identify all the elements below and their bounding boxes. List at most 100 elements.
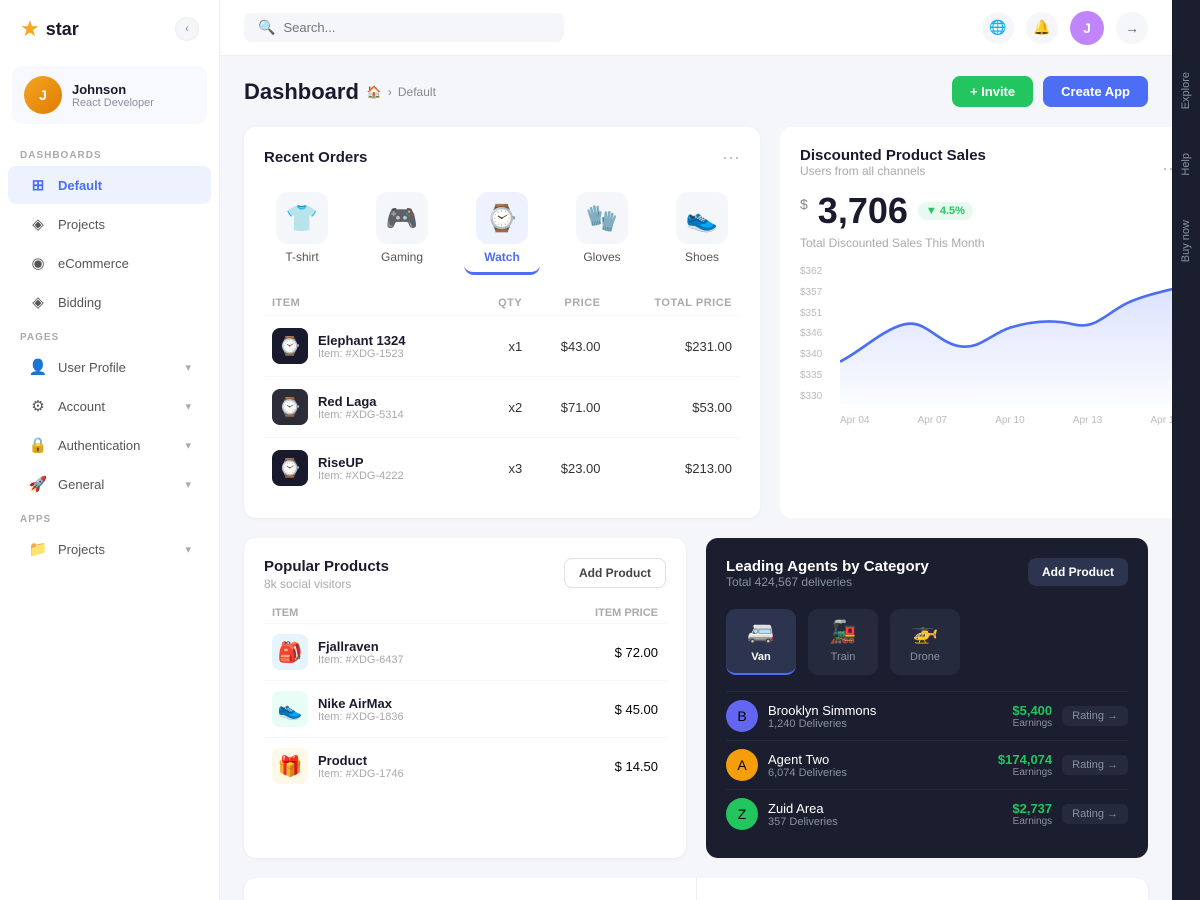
help-button[interactable]: Help (1174, 141, 1198, 188)
auth-icon: 🔒 (28, 435, 48, 455)
sales-more-icon[interactable]: ··· (1162, 158, 1172, 179)
user-info: Johnson React Developer (72, 82, 154, 109)
orders-table: ITEM QTY PRICE TOTAL PRICE ⌚ (264, 291, 740, 498)
user-name: Johnson (72, 82, 154, 97)
sidebar-item-ecommerce[interactable]: ◉ eCommerce (8, 244, 211, 282)
avatar: J (24, 76, 62, 114)
pop-price: $ 45.00 (526, 681, 666, 738)
row-price: $71.00 (530, 377, 608, 438)
item-sku: Item: #XDG-5314 (318, 409, 404, 421)
agents-title: Leading Agents by Category (726, 558, 929, 575)
globe-icon[interactable]: 🌐 (982, 12, 1014, 44)
y-label: $351 (800, 308, 822, 319)
sidebar-section-apps: APPS 📁 Projects ▾ (0, 504, 219, 569)
pop-item: 👟 Nike AirMax Item: #XDG-1836 (264, 681, 526, 738)
dashboards-label: DASHBOARDS (0, 144, 219, 165)
pop-price: $ 14.50 (526, 738, 666, 795)
page-content: Dashboard 🏠 › Default + Invite Create Ap… (220, 56, 1172, 900)
cat-tab-drone[interactable]: 🚁 Drone (890, 609, 960, 675)
buy-now-button[interactable]: Buy now (1174, 208, 1198, 274)
create-app-button[interactable]: Create App (1043, 76, 1148, 107)
chevron-down-icon: ▾ (185, 478, 191, 491)
y-label: $335 (800, 370, 822, 381)
rating-button[interactable]: Rating → (1062, 804, 1128, 824)
col-item: ITEM (264, 291, 474, 316)
more-options-icon[interactable]: ··· (722, 147, 740, 168)
chart-area: $362 $357 $351 $346 $340 $335 $330 (800, 266, 1172, 426)
tab-watch-label: Watch (484, 250, 520, 264)
search-box[interactable]: 🔍 (244, 13, 564, 42)
pop-price: $ 72.00 (526, 624, 666, 681)
chevron-down-icon: ▾ (185, 543, 191, 556)
table-row: ⌚ Red Laga Item: #XDG-5314 x2 $71.00 $53… (264, 377, 740, 438)
rating-button[interactable]: Rating → (1062, 755, 1128, 775)
tab-gloves[interactable]: 🧤 Gloves (564, 184, 640, 275)
arrow-right-icon[interactable]: → (1116, 12, 1148, 44)
col-price: PRICE (530, 291, 608, 316)
sidebar-item-projects[interactable]: ◈ Projects (8, 205, 211, 243)
item-sku: Item: #XDG-6437 (318, 654, 404, 666)
sales-badge: ▼ 4.5% (918, 202, 973, 220)
projects-icon: ◈ (28, 214, 48, 234)
popular-title-section: Popular Products 8k social visitors (264, 558, 389, 591)
recent-orders-card: Recent Orders ··· 👕 T-shirt 🎮 Gaming ⌚ (244, 127, 760, 518)
sales-description: Total Discounted Sales This Month (800, 236, 1172, 250)
agent-earnings: $174,074 (998, 752, 1052, 767)
chevron-down-icon: ▾ (185, 361, 191, 374)
explore-button[interactable]: Explore (1174, 60, 1198, 121)
row-qty: x3 (474, 438, 530, 499)
invite-button[interactable]: + Invite (952, 76, 1033, 107)
user-role: React Developer (72, 97, 154, 109)
row-total: $53.00 (609, 377, 741, 438)
sidebar-item-label: User Profile (58, 360, 175, 375)
row-item: ⌚ RiseUP Item: #XDG-4222 (264, 438, 474, 499)
bottom-content-grid: Popular Products 8k social visitors Add … (244, 538, 1148, 858)
cat-tab-van[interactable]: 🚐 Van (726, 609, 796, 675)
agent-earnings: $2,737 (1012, 801, 1052, 816)
table-row: ⌚ RiseUP Item: #XDG-4222 x3 $23.00 $213.… (264, 438, 740, 499)
folder-icon: 📁 (28, 539, 48, 559)
x-label: Apr 18 (1151, 415, 1173, 426)
sidebar-item-general[interactable]: 🚀 General ▾ (8, 465, 211, 503)
search-input[interactable] (283, 20, 550, 35)
item-sku: Item: #XDG-1523 (318, 348, 405, 360)
grid-icon: ⊞ (28, 175, 48, 195)
table-row: ⌚ Elephant 1324 Item: #XDG-1523 x1 $43.0… (264, 316, 740, 377)
agents-add-product-button[interactable]: Add Product (1028, 558, 1128, 586)
sidebar-item-default[interactable]: ⊞ Default (8, 166, 211, 204)
recent-orders-header: Recent Orders ··· (264, 147, 740, 168)
cat-tab-train[interactable]: 🚂 Train (808, 609, 878, 675)
item-name: Elephant 1324 (318, 333, 405, 348)
tab-shoes[interactable]: 👟 Shoes (664, 184, 740, 275)
popular-products-table: ITEM ITEM PRICE 🎒 Fjallraven (264, 603, 666, 794)
sidebar-item-authentication[interactable]: 🔒 Authentication ▾ (8, 426, 211, 464)
popular-products-header: Popular Products 8k social visitors Add … (264, 558, 666, 591)
sidebar-item-account[interactable]: ⚙ Account ▾ (8, 387, 211, 425)
train-icon: 🚂 (829, 619, 856, 645)
sidebar-item-label: Default (58, 178, 191, 193)
topbar-avatar[interactable]: J (1070, 11, 1104, 45)
chevron-down-icon: ▾ (185, 400, 191, 413)
sidebar-logo: ★ star ‹ (0, 0, 219, 58)
sidebar-item-projects-app[interactable]: 📁 Projects ▾ (8, 530, 211, 568)
sidebar-item-label: General (58, 477, 175, 492)
pages-label: PAGES (0, 326, 219, 347)
tab-gaming[interactable]: 🎮 Gaming (364, 184, 440, 275)
rating-button[interactable]: Rating → (1062, 706, 1128, 726)
sidebar-collapse-button[interactable]: ‹ (175, 17, 199, 41)
sidebar-item-user-profile[interactable]: 👤 User Profile ▾ (8, 348, 211, 386)
sidebar-item-bidding[interactable]: ◈ Bidding (8, 283, 211, 321)
watch-icon-wrap: ⌚ (476, 192, 528, 244)
y-label: $340 (800, 349, 822, 360)
item-name: Red Laga (318, 394, 404, 409)
item-name: Nike AirMax (318, 696, 404, 711)
agent-row: B Brooklyn Simmons 1,240 Deliveries $5,4… (726, 691, 1128, 740)
tab-tshirt[interactable]: 👕 T-shirt (264, 184, 340, 275)
tab-watch[interactable]: ⌚ Watch (464, 184, 540, 275)
add-product-button[interactable]: Add Product (564, 558, 666, 588)
notification-icon[interactable]: 🔔 (1026, 12, 1058, 44)
apps-label: APPS (0, 508, 219, 529)
pop-col-item: ITEM (264, 603, 526, 624)
row-qty: x1 (474, 316, 530, 377)
item-sku: Item: #XDG-4222 (318, 470, 404, 482)
